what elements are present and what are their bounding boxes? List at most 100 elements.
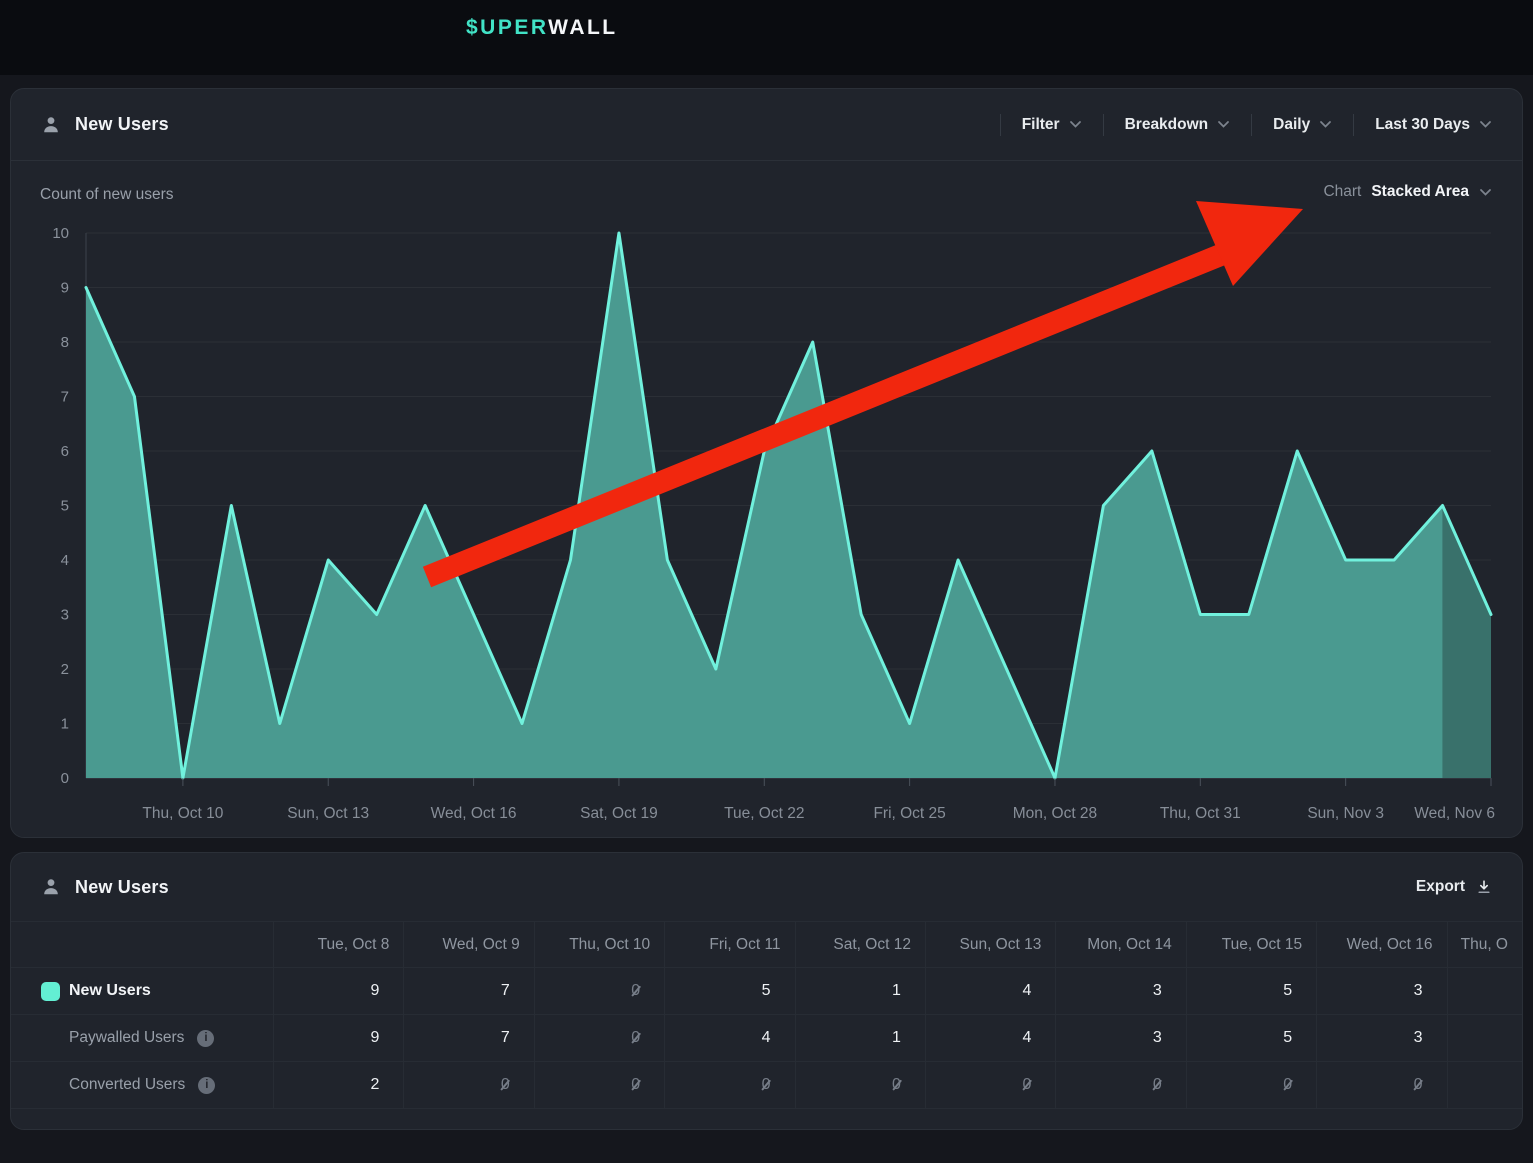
x-axis-tick-label: Sun, Nov 3 (1307, 805, 1384, 822)
table-col-header-sat-oct-12: Sat, Oct 12 (795, 922, 925, 968)
table-cell: 0 (534, 1062, 664, 1109)
y-axis-tick-label: 3 (61, 607, 69, 624)
table-cell: 5 (664, 968, 794, 1015)
table-value: 4 (1022, 982, 1031, 1000)
table-cell: 4 (925, 968, 1055, 1015)
table-cell (1447, 968, 1522, 1015)
x-axis-tick-label: Wed, Oct 16 (431, 805, 517, 822)
x-axis-tick-label: Fri, Oct 25 (873, 805, 945, 822)
area-fill-incomplete (1443, 506, 1491, 779)
table-value: 3 (1153, 1029, 1162, 1047)
table-cell: 3 (1055, 1015, 1185, 1062)
table-value-zero: 0 (1283, 1076, 1292, 1094)
y-axis-tick-label: 8 (61, 334, 69, 351)
table-col-header-wed-oct-16: Wed, Oct 16 (1316, 922, 1446, 968)
series-color-swatch (41, 982, 60, 1001)
y-axis-tick-label: 9 (61, 280, 69, 297)
logo-text-secondary: WALL (548, 16, 617, 39)
y-axis-tick-label: 0 (61, 770, 69, 787)
row-label-text: Paywalled Users (69, 1029, 184, 1047)
table-panel-header: New Users Export (11, 853, 1522, 921)
table-cell: 5 (1186, 1015, 1316, 1062)
table-value-zero: 0 (762, 1076, 771, 1094)
x-axis-tick-label: Sat, Oct 19 (580, 805, 658, 822)
table-col-header-fri-oct-11: Fri, Oct 11 (664, 922, 794, 968)
table-corner-cell (11, 922, 273, 968)
table-cell: 3 (1316, 1015, 1446, 1062)
table-cell: 0 (1186, 1062, 1316, 1109)
table-cell: 9 (273, 1015, 403, 1062)
info-icon[interactable]: i (197, 1030, 214, 1047)
table-cell: 0 (795, 1062, 925, 1109)
table-cell: 1 (795, 1015, 925, 1062)
table-cell: 0 (403, 1062, 533, 1109)
table-cell: 0 (664, 1062, 794, 1109)
table-panel-title: New Users (75, 877, 169, 898)
table-value: 9 (370, 982, 379, 1000)
table-value-zero: 0 (1022, 1076, 1031, 1094)
top-nav-bar: $UPERWALL (0, 0, 1533, 75)
table-cell: 3 (1055, 968, 1185, 1015)
y-axis-tick-label: 6 (61, 443, 69, 460)
table-value-zero: 0 (631, 982, 640, 1000)
table-cell: 2 (273, 1062, 403, 1109)
row-label-text: New Users (69, 982, 151, 1000)
table-row-label-paywalled-users: Paywalled Users i (11, 1015, 273, 1062)
export-button[interactable]: Export (1416, 878, 1492, 896)
table-value: 4 (762, 1029, 771, 1047)
table-cell: 3 (1316, 968, 1446, 1015)
y-axis-tick-label: 10 (52, 225, 69, 242)
table-cell (1447, 1015, 1522, 1062)
table-value: 5 (762, 982, 771, 1000)
table-value-zero: 0 (631, 1029, 640, 1047)
table-col-header-wed-oct-9: Wed, Oct 9 (403, 922, 533, 968)
x-axis-tick-label: Thu, Oct 31 (1160, 805, 1241, 822)
table-cell: 9 (273, 968, 403, 1015)
table-value-zero: 0 (892, 1076, 901, 1094)
table-cell: 0 (1316, 1062, 1446, 1109)
table-value-zero: 0 (501, 1076, 510, 1094)
y-axis-tick-label: 5 (61, 498, 69, 515)
table-cell: 4 (925, 1015, 1055, 1062)
info-icon[interactable]: i (198, 1077, 215, 1094)
y-axis-tick-label: 2 (61, 661, 69, 678)
table-value-zero: 0 (1153, 1076, 1162, 1094)
table-col-header-thu-oct-10: Thu, Oct 10 (534, 922, 664, 968)
table-cell: 0 (534, 1015, 664, 1062)
new-users-table: Tue, Oct 8Wed, Oct 9Thu, Oct 10Fri, Oct … (11, 921, 1522, 1109)
person-icon (41, 877, 61, 897)
table-value: 1 (892, 982, 901, 1000)
x-axis-tick-label: Thu, Oct 10 (142, 805, 223, 822)
table-cell: 7 (403, 1015, 533, 1062)
table-value: 7 (501, 982, 510, 1000)
table-value: 3 (1153, 982, 1162, 1000)
x-axis-tick-label: Tue, Oct 22 (724, 805, 804, 822)
stacked-area-chart[interactable]: 0 1 2 3 4 5 6 7 8 9 10 Thu, Oct 10 Sun, Oct 13 Wed, O… (11, 89, 1522, 837)
table-value-zero: 0 (631, 1076, 640, 1094)
table-cell: 5 (1186, 968, 1316, 1015)
download-icon (1476, 879, 1492, 895)
x-axis-tick-label: Mon, Oct 28 (1013, 805, 1097, 822)
superwall-logo[interactable]: $UPERWALL (466, 16, 618, 40)
new-users-table-panel: New Users Export Tue, Oct 8Wed, Oct 9Thu… (10, 852, 1523, 1130)
table-value: 4 (1022, 1029, 1031, 1047)
table-cell: 4 (664, 1015, 794, 1062)
y-axis-tick-label: 7 (61, 389, 69, 406)
table-cell: 0 (1055, 1062, 1185, 1109)
y-axis-tick-label: 4 (61, 552, 69, 569)
table-cell: 0 (534, 968, 664, 1015)
table-row-label-new-users: New Users (11, 968, 273, 1015)
table-col-header-tue-oct-8: Tue, Oct 8 (273, 922, 403, 968)
table-value: 3 (1414, 982, 1423, 1000)
x-axis-tick-label: Sun, Oct 13 (287, 805, 369, 822)
x-axis-tick-label: Wed, Nov 6 (1414, 805, 1495, 822)
y-axis-tick-label: 1 (61, 716, 69, 733)
table-col-header-thu-o: Thu, O (1447, 922, 1522, 968)
row-label-text: Converted Users (69, 1076, 185, 1094)
export-label: Export (1416, 878, 1465, 896)
table-value: 5 (1283, 1029, 1292, 1047)
table-value-zero: 0 (1414, 1076, 1423, 1094)
table-cell: 7 (403, 968, 533, 1015)
table-cell (1447, 1062, 1522, 1109)
table-row-label-converted-users: Converted Users i (11, 1062, 273, 1109)
